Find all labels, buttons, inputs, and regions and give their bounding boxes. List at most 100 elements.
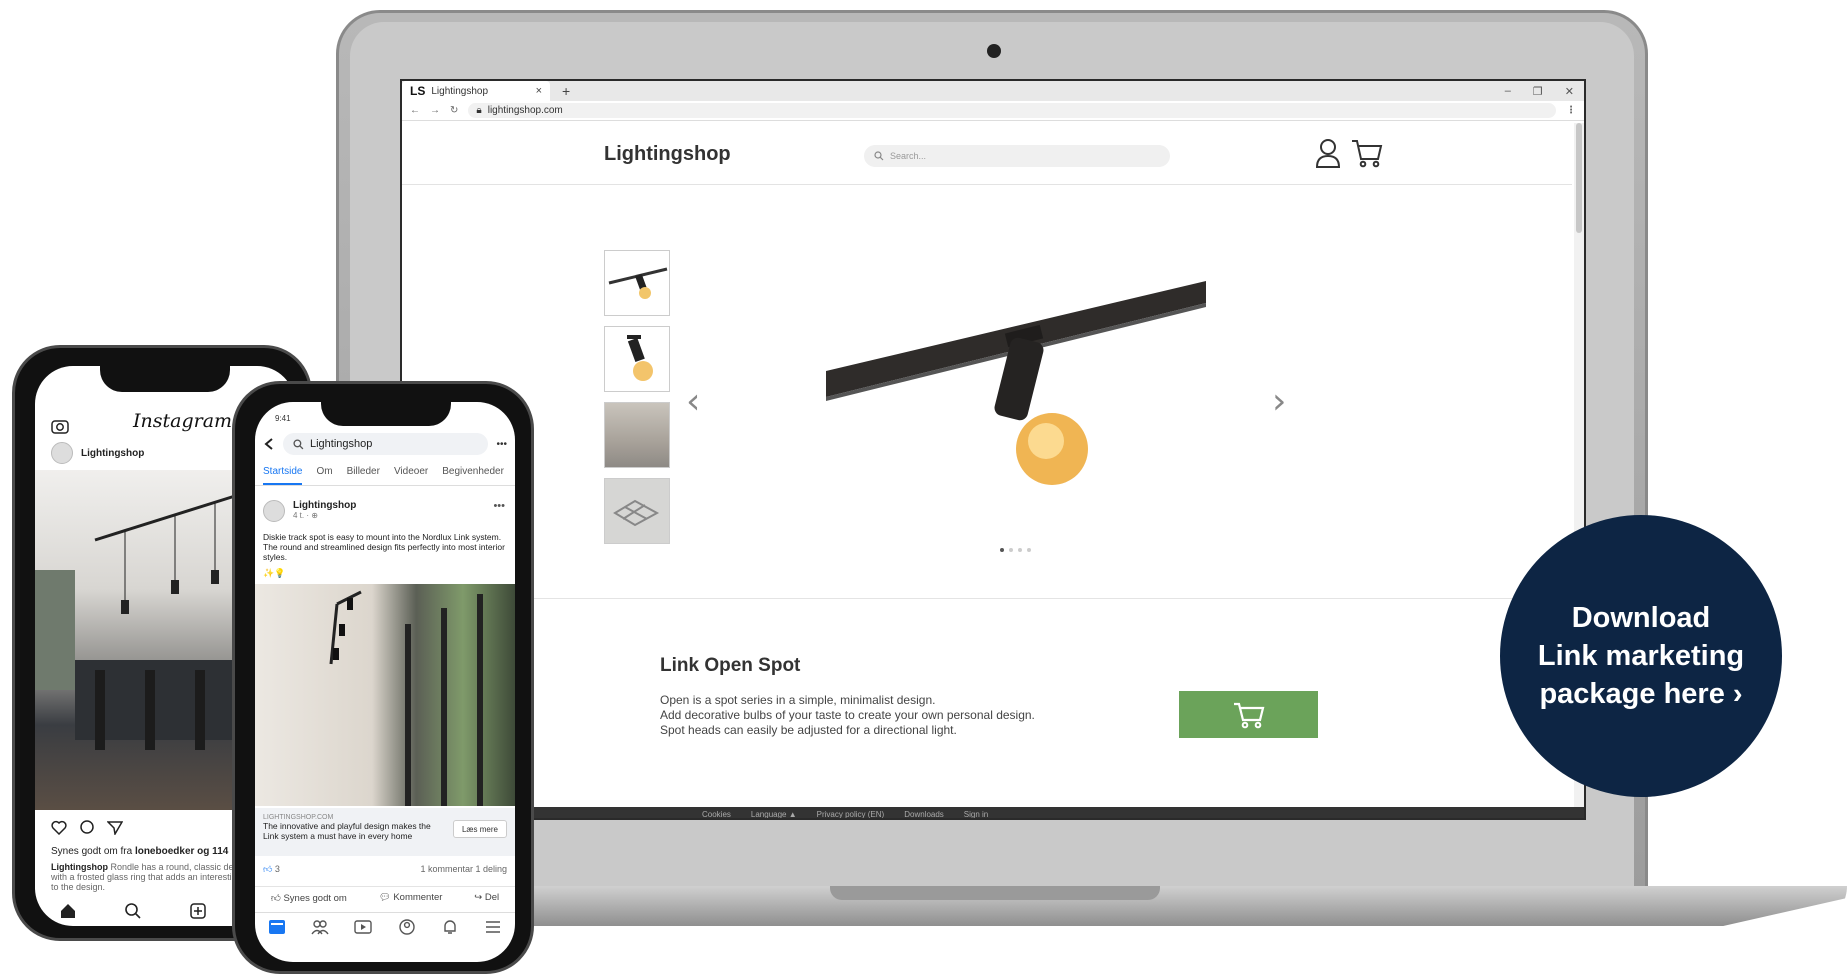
post-actions (51, 820, 123, 835)
likes-prefix: Synes godt om fra (51, 846, 135, 857)
account-name[interactable]: Lightingshop (81, 448, 144, 459)
comment-icon[interactable] (79, 820, 95, 835)
footer-link-language[interactable]: Language ▲ (751, 810, 797, 818)
new-tab-button[interactable]: + (562, 83, 570, 99)
facebook-search-input[interactable]: Lightingshop (283, 433, 489, 455)
comments-shares[interactable]: 1 kommentar 1 deling (420, 864, 507, 875)
carousel-dot[interactable] (1027, 548, 1031, 552)
camera-icon[interactable] (51, 418, 69, 434)
thumbnail-spot[interactable] (604, 326, 670, 392)
user-icon[interactable] (1314, 137, 1342, 169)
profile-icon[interactable] (398, 918, 416, 935)
footer-link-signin[interactable]: Sign in (964, 810, 988, 818)
feed-icon[interactable] (268, 919, 286, 935)
plus-icon[interactable] (189, 902, 207, 920)
post-meta: 4 t. · ⊕ (293, 511, 318, 520)
post-caption: Lightingshop Rondle has a round, classic… (51, 862, 261, 892)
close-tab-icon[interactable]: × (536, 85, 542, 97)
bell-icon[interactable] (441, 919, 459, 935)
page-name[interactable]: Lightingshop (293, 500, 356, 511)
post-options-icon[interactable]: ••• (493, 500, 505, 512)
post-action-bar: 👍︎ Synes godt om 💬︎ Kommenter ↪ Del (255, 886, 515, 908)
likes-user[interactable]: loneboedker (135, 846, 194, 857)
back-icon[interactable] (263, 437, 275, 451)
share-label: Del (484, 892, 500, 903)
footer-link-cookies[interactable]: Cookies (702, 810, 731, 818)
restore-icon[interactable]: ❐ (1533, 85, 1543, 98)
reaction-number: 3 (274, 864, 280, 874)
scroll-thumb[interactable] (1576, 123, 1582, 233)
comment-button[interactable]: 💬︎ Kommenter (379, 892, 443, 908)
minimize-icon[interactable]: – (1505, 85, 1511, 98)
facebook-phone: 9:41 Lightingshop ••• Startside Om Bille… (232, 381, 534, 974)
laptop-hinge-notch (830, 886, 1160, 900)
search-icon[interactable] (124, 902, 142, 920)
tab-om[interactable]: Om (316, 466, 332, 485)
close-window-icon[interactable]: ✕ (1565, 85, 1574, 98)
search-input[interactable]: Search... (864, 145, 1170, 167)
phone-notch (321, 402, 451, 426)
footer-link-downloads[interactable]: Downloads (904, 810, 944, 818)
add-to-cart-button[interactable] (1179, 691, 1318, 738)
menu-icon[interactable] (484, 919, 502, 935)
caption-user[interactable]: Lightingshop (51, 862, 108, 872)
avatar[interactable] (51, 442, 73, 464)
thumbnail-track[interactable] (604, 250, 670, 316)
tab-billeder[interactable]: Billeder (347, 466, 380, 485)
tab-logo: LS (410, 84, 426, 98)
tab-begivenheder[interactable]: Begivenheder (442, 466, 504, 485)
video-icon[interactable] (354, 919, 373, 935)
cart-icon[interactable] (1350, 137, 1384, 169)
post-emoji: ✨💡 (263, 568, 286, 578)
link-preview[interactable]: LIGHTINGSHOP.COM The innovative and play… (255, 808, 515, 856)
reaction-count[interactable]: 👍︎ 3 (263, 864, 280, 875)
search-placeholder: Search... (890, 151, 927, 161)
post-text: Diskie track spot is easy to mount into … (263, 532, 505, 562)
carousel-dot[interactable] (1000, 548, 1004, 552)
share-icon: ↪ (474, 892, 483, 903)
facebook-search-row: Lightingshop ••• (255, 430, 515, 458)
download-package-button[interactable]: Download Link marketing package here › (1500, 515, 1782, 797)
address-bar: ← → ↻ 🔒︎ lightingshop.com ⋮ (402, 101, 1584, 121)
cta-text: Download Link marketing package here › (1538, 599, 1744, 713)
product-title: Link Open Spot (660, 655, 801, 676)
friends-icon[interactable] (311, 919, 329, 935)
like-button[interactable]: 👍︎ Synes godt om (271, 892, 347, 908)
description-line: Open is a spot series in a simple, minim… (660, 693, 936, 707)
share-button[interactable]: ↪ Del (474, 892, 499, 908)
thumbnail-layout[interactable] (604, 478, 670, 544)
tab-startside[interactable]: Startside (263, 466, 303, 485)
likes-line: Synes godt om fra loneboedker og 114 (51, 846, 228, 857)
reload-icon[interactable]: ↻ (450, 105, 458, 116)
laptop-camera (987, 44, 1001, 58)
chevron-right-icon[interactable]: › (1272, 381, 1286, 422)
back-arrow-icon[interactable]: ← (410, 105, 420, 116)
cta-line: package here › (1539, 678, 1743, 710)
site-footer: Cookies Language ▲ Privacy policy (EN) D… (402, 807, 1584, 818)
site-header: Lightingshop Search... (402, 123, 1572, 185)
carousel-dots (1000, 548, 1031, 552)
url-field[interactable]: 🔒︎ lightingshop.com (468, 103, 1556, 118)
instagram-logo: Instagram (133, 410, 233, 432)
thumbnail-room[interactable] (604, 402, 670, 468)
carousel-dot[interactable] (1009, 548, 1013, 552)
like-icon: 👍︎ (263, 864, 273, 874)
home-icon[interactable] (59, 902, 77, 920)
more-options-icon[interactable]: ••• (496, 439, 507, 450)
heart-icon[interactable] (51, 820, 67, 835)
chevron-left-icon[interactable]: ‹ (686, 381, 700, 422)
avatar[interactable] (263, 500, 285, 522)
facebook-page-tabs: Startside Om Billeder Videoer Begivenhed… (255, 466, 515, 486)
forward-arrow-icon[interactable]: → (430, 105, 440, 116)
status-time: 9:41 (275, 414, 291, 423)
footer-link-privacy[interactable]: Privacy policy (EN) (817, 810, 885, 818)
like-icon: 👍︎ (270, 893, 281, 904)
site-logo[interactable]: Lightingshop (604, 143, 731, 166)
tab-videoer[interactable]: Videoer (394, 466, 428, 485)
browser-tab[interactable]: LS Lightingshop × (402, 81, 550, 101)
carousel-dot[interactable] (1018, 548, 1022, 552)
send-icon[interactable] (107, 820, 123, 835)
browser-menu-icon[interactable]: ⋮ (1566, 105, 1576, 116)
comment-label: Kommenter (393, 892, 443, 903)
read-more-button[interactable]: Læs mere (452, 820, 507, 838)
